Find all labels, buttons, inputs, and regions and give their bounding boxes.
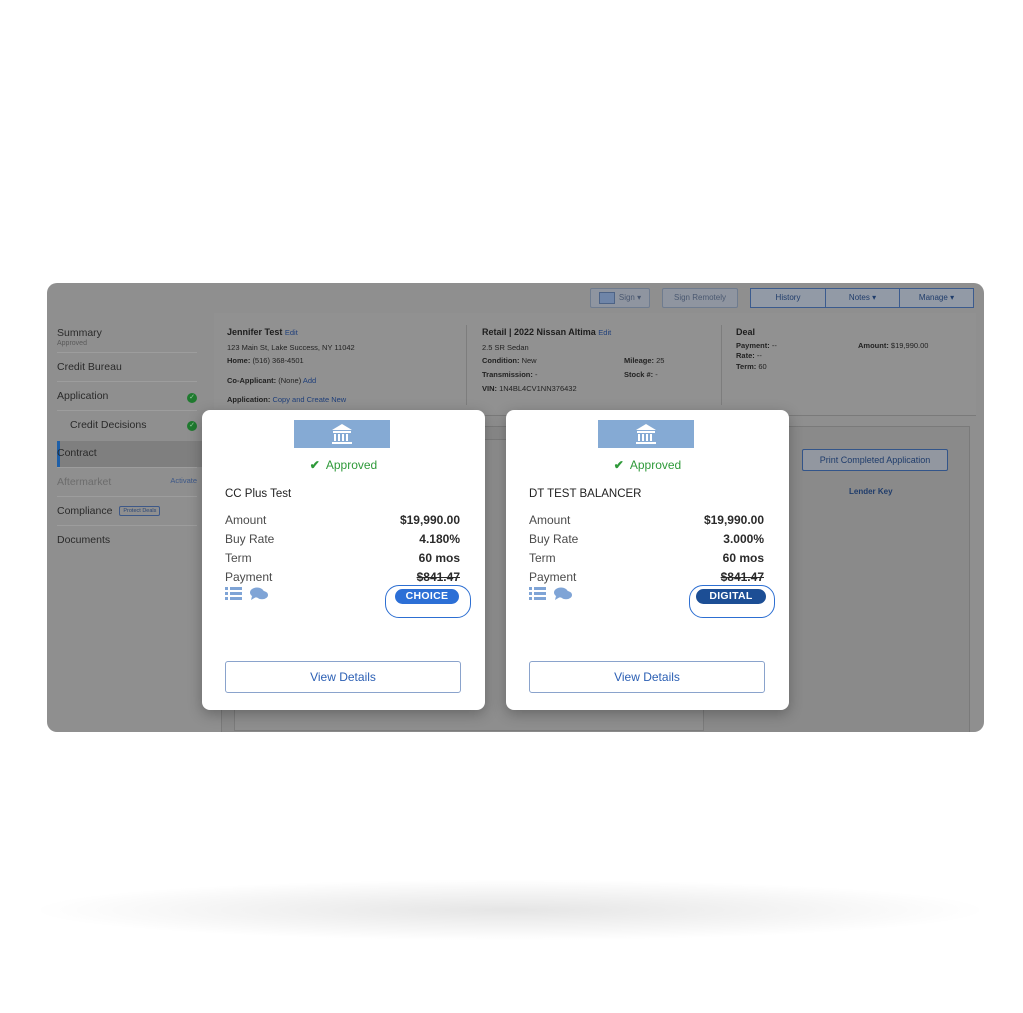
- sign-remotely-button[interactable]: Sign Remotely: [662, 288, 738, 308]
- chevron-down-icon: ▾: [637, 293, 642, 302]
- divider: [721, 325, 722, 405]
- co-applicant: Co-Applicant: (None) Add: [227, 376, 317, 385]
- view-details-button[interactable]: View Details: [529, 661, 765, 693]
- applicant-name: Jennifer Test Edit: [227, 327, 298, 337]
- list-icon[interactable]: [225, 587, 242, 605]
- vehicle-transmission: Transmission: -: [482, 370, 538, 379]
- deal-rate: Rate: --: [736, 351, 762, 360]
- approved-status: ✔ Approved: [309, 458, 378, 472]
- lender-name: DT TEST BALANCER: [529, 488, 642, 500]
- manage-button[interactable]: Manage ▾: [899, 288, 974, 308]
- applicant-address: 123 Main St, Lake Success, NY 11042: [227, 343, 355, 352]
- sidebar-item-application[interactable]: Application: [57, 390, 197, 411]
- sign-button[interactable]: Sign ▾: [590, 288, 650, 308]
- lender-card-dt-test: ✔ Approved DT TEST BALANCER Amount $19,990…: [506, 410, 789, 710]
- vehicle-vin: VIN: 1N4BL4CV1NN376432: [482, 384, 577, 393]
- amount-row: Amount $19,990.00: [529, 513, 764, 527]
- deal-term: Term: 60: [736, 362, 767, 371]
- print-completed-application-button[interactable]: Print Completed Application: [802, 449, 948, 471]
- signature-icon: [598, 291, 615, 304]
- floor-shadow: [40, 880, 980, 940]
- bank-icon: [636, 424, 656, 444]
- chat-icon[interactable]: [250, 587, 268, 606]
- term-row: Term 60 mos: [225, 551, 460, 565]
- copy-create-link[interactable]: Copy and Create New: [272, 395, 346, 404]
- applicant-home-phone: Home: (516) 368-4501: [227, 356, 304, 365]
- notes-button[interactable]: Notes ▾: [825, 288, 900, 308]
- caret-down-icon: ▾: [950, 293, 955, 302]
- view-details-button[interactable]: View Details: [225, 661, 461, 693]
- toolbar: Sign ▾ Sign Remotely History Notes ▾ Man…: [47, 283, 984, 313]
- sidebar-item-contract[interactable]: Contract: [57, 447, 197, 468]
- vehicle-stock: Stock #: -: [624, 370, 658, 379]
- co-applicant-add-link[interactable]: Add: [303, 376, 316, 385]
- vehicle-trim: 2.5 SR Sedan: [482, 343, 529, 352]
- history-button[interactable]: History: [750, 288, 826, 308]
- lender-card-cc-plus: ✔ Approved CC Plus Test Amount $19,990.00 …: [202, 410, 485, 710]
- choice-badge: CHOICE: [395, 589, 459, 604]
- checkmark-icon: ✔: [613, 458, 624, 472]
- sidebar-item-compliance[interactable]: Compliance Protect Deals: [57, 505, 197, 526]
- summary-status: Approved: [57, 340, 87, 347]
- bank-icon-banner: [598, 420, 694, 448]
- list-icon[interactable]: [529, 587, 546, 605]
- activate-link[interactable]: Activate: [170, 476, 197, 485]
- bank-icon: [332, 424, 352, 444]
- buy-rate-row: Buy Rate 3.000%: [529, 532, 764, 546]
- application-copy: Application: Copy and Create New: [227, 395, 347, 404]
- deal-header: Jennifer Test Edit 123 Main St, Lake Suc…: [214, 313, 976, 416]
- buy-rate-row: Buy Rate 4.180%: [225, 532, 460, 546]
- approved-status: ✔ Approved: [613, 458, 682, 472]
- vehicle-condition: Condition: New: [482, 356, 537, 365]
- sidebar-item-credit-bureau[interactable]: Credit Bureau: [57, 361, 197, 382]
- sidebar: Summary Approved Credit Bureau Applicati…: [47, 313, 217, 732]
- digital-badge: DIGITAL: [696, 589, 766, 604]
- vehicle-mileage: Mileage: 25: [624, 356, 665, 365]
- caret-down-icon: ▾: [872, 293, 877, 302]
- lender-name: CC Plus Test: [225, 488, 292, 500]
- term-row: Term 60 mos: [529, 551, 764, 565]
- sidebar-item-documents[interactable]: Documents: [57, 534, 197, 546]
- protect-deals-badge: Protect Deals: [119, 506, 161, 517]
- deal-title: Deal: [736, 327, 756, 337]
- sidebar-item-aftermarket[interactable]: Aftermarket Activate: [57, 476, 197, 497]
- payment-row: Payment $841.47: [529, 570, 764, 584]
- deal-payment: Payment: --: [736, 341, 777, 350]
- applicant-edit-link[interactable]: Edit: [285, 328, 298, 337]
- chat-icon[interactable]: [554, 587, 572, 606]
- amount-row: Amount $19,990.00: [225, 513, 460, 527]
- sidebar-item-summary[interactable]: Summary Approved: [57, 327, 197, 353]
- divider: [466, 325, 467, 405]
- bank-icon-banner: [294, 420, 390, 448]
- vehicle-edit-link[interactable]: Edit: [598, 328, 611, 337]
- deal-amount: Amount: $19,990.00: [858, 341, 929, 350]
- check-circle-icon: ✓: [187, 393, 197, 403]
- checkmark-icon: ✔: [309, 458, 320, 472]
- payment-row: Payment $841.47: [225, 570, 460, 584]
- check-circle-icon: ✓: [187, 421, 197, 431]
- vehicle-title: Retail | 2022 Nissan Altima Edit: [482, 327, 612, 337]
- lender-key-link[interactable]: Lender Key: [849, 487, 893, 496]
